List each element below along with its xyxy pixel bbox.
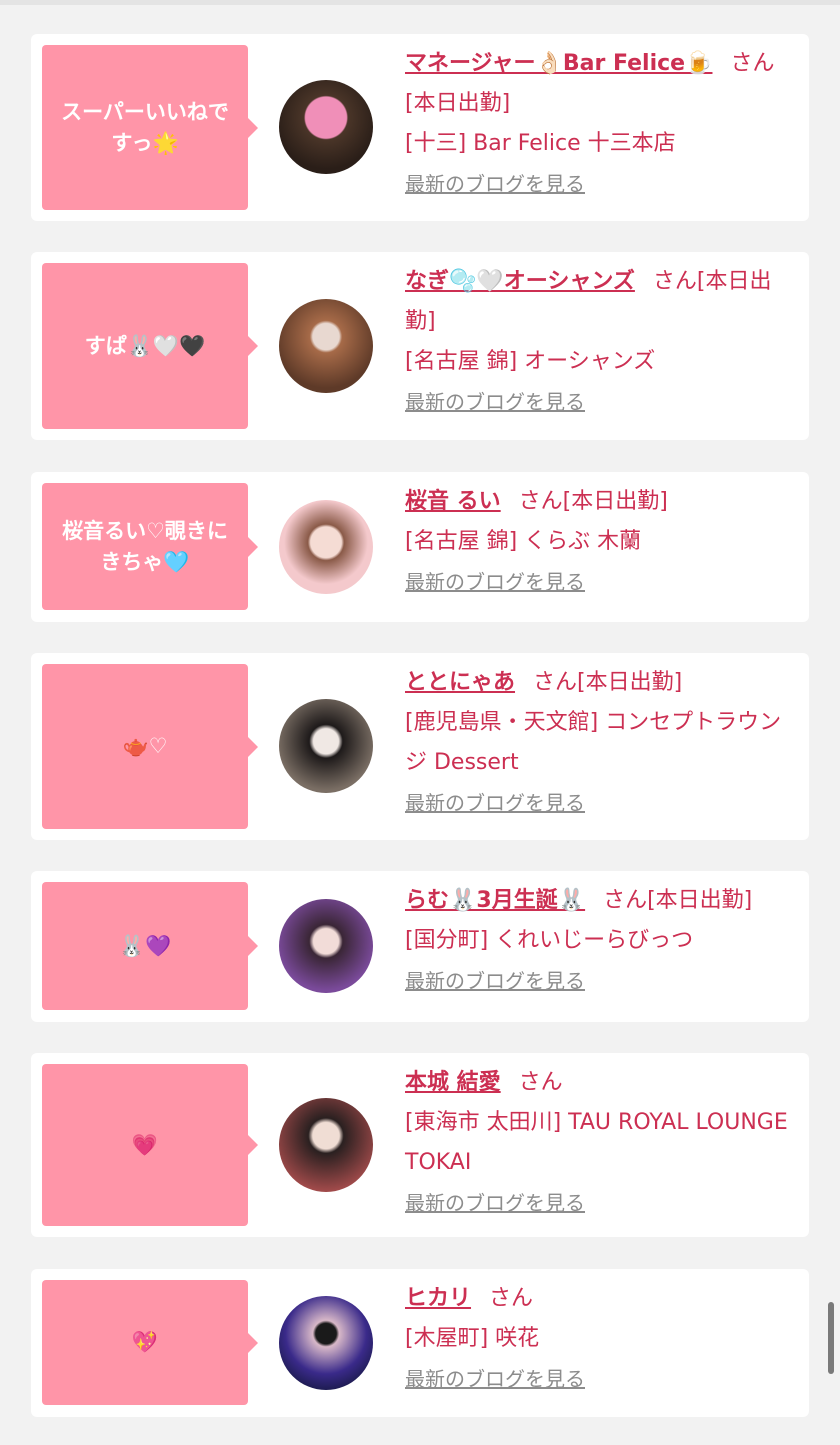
cast-status: さん <box>489 1286 534 1311</box>
avatar[interactable] <box>279 699 373 793</box>
like-card: 🐰💜 らむ🐰3月生誕🐰 さん[本日出勤] [国分町] くれいじーらびっつ 最新のブ… <box>31 871 809 1022</box>
shop-info: [木屋町] 咲花 <box>405 1326 540 1351</box>
blog-link[interactable]: 最新のブログを見る <box>405 1363 800 1395</box>
cast-info: ととにゃあ さん[本日出勤] [鹿児島県・天文館] コンセプトラウンジ Desse… <box>405 663 800 819</box>
like-message-bubble: 🐰💜 <box>42 882 258 1010</box>
cast-status: さん[本日出勤] <box>533 670 683 695</box>
blog-link[interactable]: 最新のブログを見る <box>405 168 800 200</box>
shop-info: [鹿児島県・天文館] コンセプトラウンジ Dessert <box>405 710 782 775</box>
blog-link[interactable]: 最新のブログを見る <box>405 1187 800 1219</box>
like-message-bubble: すぱ🐰🤍🖤 <box>42 263 258 429</box>
like-message: 桜音るい♡覗きにきちゃ🩵 <box>62 518 228 574</box>
avatar[interactable] <box>279 500 373 594</box>
avatar[interactable] <box>279 299 373 393</box>
shop-info: [国分町] くれいじーらびっつ <box>405 928 694 953</box>
like-message-bubble: 💗 <box>42 1064 258 1226</box>
cast-name-link[interactable]: 桜音 るい <box>405 489 501 514</box>
shop-info: [十三] Bar Felice 十三本店 <box>405 131 676 156</box>
avatar[interactable] <box>279 80 373 174</box>
avatar[interactable] <box>279 1296 373 1390</box>
shop-info: [名古屋 錦] くらぶ 木蘭 <box>405 529 642 554</box>
blog-link[interactable]: 最新のブログを見る <box>405 386 800 418</box>
like-message-bubble: 🫖♡ <box>42 664 258 829</box>
like-card: 💖 ヒカリ さん [木屋町] 咲花 最新のブログを見る <box>31 1269 809 1417</box>
cast-name-link[interactable]: マネージャー👌🏻Bar Felice🍺 <box>405 51 712 76</box>
cast-info: マネージャー👌🏻Bar Felice🍺 さん[本日出勤] [十三] Bar Fel… <box>405 44 800 200</box>
like-card: スーパーいいねですっ🌟 マネージャー👌🏻Bar Felice🍺 さん[本日出勤] … <box>31 34 809 221</box>
blog-link[interactable]: 最新のブログを見る <box>405 787 800 819</box>
like-message: すぱ🐰🤍🖤 <box>84 333 206 358</box>
cast-name-link[interactable]: ととにゃあ <box>405 670 515 695</box>
like-message-bubble: 💖 <box>42 1280 258 1405</box>
cast-info: らむ🐰3月生誕🐰 さん[本日出勤] [国分町] くれいじーらびっつ 最新のブログを… <box>405 881 800 997</box>
like-message: 💖 <box>131 1330 159 1354</box>
cast-status: さん <box>518 1070 563 1095</box>
shop-info: [名古屋 錦] オーシャンズ <box>405 349 656 374</box>
shop-info: [東海市 太田川] TAU ROYAL LOUNGE TOKAI <box>405 1110 788 1175</box>
like-card: すぱ🐰🤍🖤 なぎ🫧🤍オーシャンズ さん[本日出勤] [名古屋 錦] オーシャンズ … <box>31 252 809 440</box>
like-message: 💗 <box>131 1132 159 1157</box>
cast-name-link[interactable]: らむ🐰3月生誕🐰 <box>405 888 585 913</box>
cast-name-link[interactable]: 本城 結愛 <box>405 1070 501 1095</box>
blog-link[interactable]: 最新のブログを見る <box>405 965 800 997</box>
avatar[interactable] <box>279 899 373 993</box>
like-card: 💗 本城 結愛 さん [東海市 太田川] TAU ROYAL LOUNGE TOK… <box>31 1053 809 1237</box>
avatar[interactable] <box>279 1098 373 1192</box>
blog-link[interactable]: 最新のブログを見る <box>405 566 800 598</box>
like-message: 🐰💜 <box>118 933 172 958</box>
like-card: 🫖♡ ととにゃあ さん[本日出勤] [鹿児島県・天文館] コンセプトラウンジ De… <box>31 653 809 840</box>
scrollbar-thumb[interactable] <box>828 1302 834 1374</box>
cast-info: 本城 結愛 さん [東海市 太田川] TAU ROYAL LOUNGE TOKAI… <box>405 1063 800 1219</box>
like-message: 🫖♡ <box>122 734 168 758</box>
cast-info: ヒカリ さん [木屋町] 咲花 最新のブログを見る <box>405 1279 800 1395</box>
cast-status: さん[本日出勤] <box>518 489 668 514</box>
like-message-bubble: スーパーいいねですっ🌟 <box>42 45 258 210</box>
like-message: スーパーいいねですっ🌟 <box>61 99 229 155</box>
cast-name-link[interactable]: ヒカリ <box>405 1286 471 1311</box>
cast-status: さん[本日出勤] <box>603 888 753 913</box>
like-message-bubble: 桜音るい♡覗きにきちゃ🩵 <box>42 483 258 610</box>
cast-info: なぎ🫧🤍オーシャンズ さん[本日出勤] [名古屋 錦] オーシャンズ 最新のブログ… <box>405 262 800 418</box>
cast-name-link[interactable]: なぎ🫧🤍オーシャンズ <box>405 269 635 294</box>
like-card: 桜音るい♡覗きにきちゃ🩵 桜音 るい さん[本日出勤] [名古屋 錦] くらぶ 木… <box>31 472 809 622</box>
top-divider <box>0 0 840 5</box>
cast-info: 桜音 るい さん[本日出勤] [名古屋 錦] くらぶ 木蘭 最新のブログを見る <box>405 482 800 598</box>
